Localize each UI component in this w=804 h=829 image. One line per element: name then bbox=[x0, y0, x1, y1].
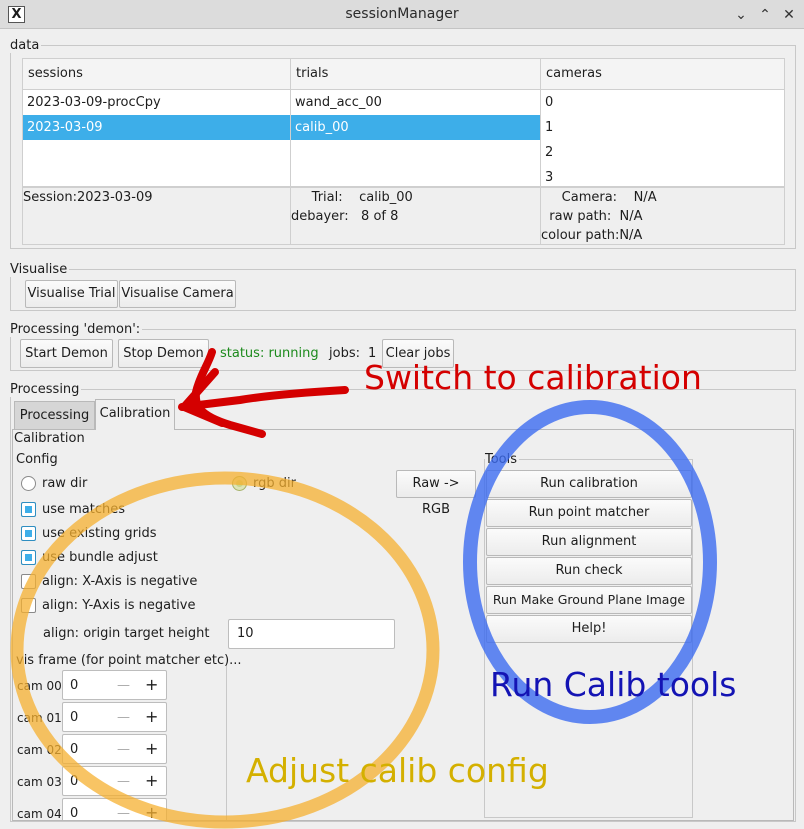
close-button[interactable]: ✕ bbox=[779, 5, 799, 25]
decrement-icon[interactable]: — bbox=[117, 677, 130, 695]
switch-annotation-text: Switch to calibration bbox=[364, 358, 702, 397]
increment-icon[interactable]: + bbox=[145, 708, 158, 726]
run-alignment-button[interactable]: Run alignment bbox=[486, 528, 692, 556]
data-group-label: data bbox=[10, 38, 42, 53]
use-matches-label: use matches bbox=[42, 502, 126, 517]
increment-icon[interactable]: + bbox=[145, 772, 158, 790]
cam-value: 0 bbox=[70, 710, 79, 725]
run-calibration-button[interactable]: Run calibration bbox=[486, 470, 692, 498]
cam-label: cam 03 bbox=[17, 775, 62, 789]
align-x-negative-label: align: X-Axis is negative bbox=[42, 574, 198, 589]
tools-label: Tools bbox=[485, 452, 520, 467]
trials-header[interactable]: trials bbox=[290, 58, 541, 90]
config-label: Config bbox=[16, 452, 60, 467]
use-bundle-adjust-label: use bundle adjust bbox=[42, 550, 158, 565]
camera-info: Camera: N/A raw path: N/A colour path:N/… bbox=[540, 187, 785, 245]
cameras-header[interactable]: cameras bbox=[540, 58, 785, 90]
decrement-icon[interactable]: — bbox=[117, 741, 130, 759]
tab-processing[interactable]: Processing bbox=[14, 401, 95, 429]
cam-value: 0 bbox=[70, 806, 79, 820]
align-x-negative-checkbox[interactable] bbox=[21, 574, 36, 589]
demon-status: status: running bbox=[220, 346, 319, 361]
tab-calibration[interactable]: Calibration bbox=[95, 399, 175, 430]
use-existing-grids-label: use existing grids bbox=[42, 526, 157, 541]
trial-item-selected[interactable]: calib_00 bbox=[291, 115, 540, 140]
session-item[interactable]: 2023-03-09-procCpy bbox=[23, 90, 290, 115]
stop-demon-button[interactable]: Stop Demon bbox=[118, 339, 209, 368]
adjust-annotation-text: Adjust calib config bbox=[246, 751, 549, 790]
visualise-label: Visualise bbox=[10, 262, 70, 277]
align-y-negative-label: align: Y-Axis is negative bbox=[42, 598, 196, 613]
sessions-header[interactable]: sessions bbox=[22, 58, 291, 90]
session-info: Session:2023-03-09 bbox=[22, 187, 291, 245]
trial-info: Trial: calib_00 debayer: 8 of 8 bbox=[290, 187, 541, 245]
origin-height-label: align: origin target height bbox=[43, 626, 210, 641]
run-tools-annotation-text: Run Calib tools bbox=[490, 665, 737, 704]
demon-label: Processing 'demon': bbox=[10, 322, 143, 337]
jobs-label: jobs: bbox=[329, 346, 360, 361]
decrement-icon[interactable]: — bbox=[117, 773, 130, 791]
increment-icon[interactable]: + bbox=[145, 804, 158, 821]
camera-item[interactable]: 1 bbox=[541, 115, 553, 140]
decrement-icon[interactable]: — bbox=[117, 709, 130, 727]
camera-item[interactable]: 3 bbox=[541, 165, 553, 186]
run-point-matcher-button[interactable]: Run point matcher bbox=[486, 499, 692, 527]
rgb-dir-radio[interactable] bbox=[232, 476, 247, 491]
cam-value: 0 bbox=[70, 774, 79, 789]
minimize-button[interactable]: ⌄ bbox=[731, 5, 751, 25]
cam-label: cam 00 bbox=[17, 679, 62, 693]
use-bundle-adjust-checkbox[interactable] bbox=[21, 550, 36, 565]
camera-item[interactable]: 0 bbox=[541, 90, 553, 115]
run-ground-plane-button[interactable]: Run Make Ground Plane Image bbox=[486, 586, 692, 614]
maximize-button[interactable]: ⌃ bbox=[755, 5, 775, 25]
cameras-list[interactable] bbox=[540, 89, 785, 187]
processing-label: Processing bbox=[10, 382, 82, 397]
cam-label: cam 04 bbox=[17, 807, 62, 820]
cam-label: cam 01 bbox=[17, 711, 62, 725]
align-y-negative-checkbox[interactable] bbox=[21, 598, 36, 613]
vis-frame-scroll-area[interactable]: cam 00 0 — + cam 01 0 — + cam 02 0 — + c… bbox=[14, 666, 227, 820]
increment-icon[interactable]: + bbox=[145, 740, 158, 758]
raw-dir-label: raw dir bbox=[42, 476, 88, 491]
rgb-dir-label: rgb dir bbox=[253, 476, 296, 491]
visualise-camera-button[interactable]: Visualise Camera bbox=[119, 280, 236, 308]
calibration-label: Calibration bbox=[14, 431, 87, 446]
cam-value: 0 bbox=[70, 742, 79, 757]
camera-item[interactable]: 2 bbox=[541, 140, 553, 165]
decrement-icon[interactable]: — bbox=[117, 805, 130, 820]
cam-label: cam 02 bbox=[17, 743, 62, 757]
use-existing-grids-checkbox[interactable] bbox=[21, 526, 36, 541]
raw-to-rgb-button[interactable]: Raw -> RGB bbox=[396, 470, 476, 517]
cam-value: 0 bbox=[70, 678, 79, 693]
start-demon-button[interactable]: Start Demon bbox=[20, 339, 113, 368]
origin-height-input[interactable]: 10 bbox=[228, 619, 395, 649]
visualise-trial-button[interactable]: Visualise Trial bbox=[25, 280, 118, 308]
window-title: sessionManager bbox=[345, 6, 459, 22]
increment-icon[interactable]: + bbox=[145, 676, 158, 694]
session-item-selected[interactable]: 2023-03-09 bbox=[23, 115, 290, 140]
raw-dir-radio[interactable] bbox=[21, 476, 36, 491]
use-matches-checkbox[interactable] bbox=[21, 502, 36, 517]
help-button[interactable]: Help! bbox=[486, 615, 692, 643]
trial-item[interactable]: wand_acc_00 bbox=[291, 90, 540, 115]
run-check-button[interactable]: Run check bbox=[486, 557, 692, 585]
